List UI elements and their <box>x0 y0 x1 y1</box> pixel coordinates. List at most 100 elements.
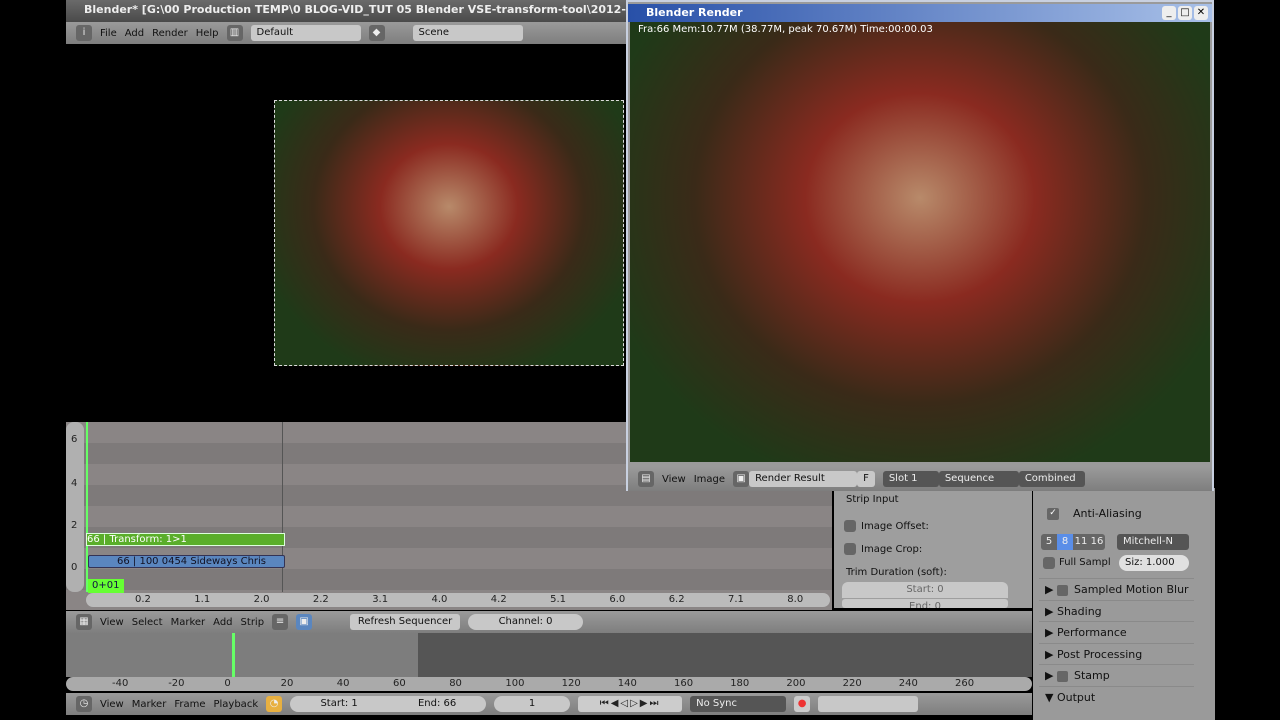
frame-tick: 240 <box>898 678 918 689</box>
frame-tick: 20 <box>280 678 294 689</box>
menu-view[interactable]: View <box>100 699 124 710</box>
time-tick: 8.0 <box>787 594 804 605</box>
aa-samples: 5 8 11 16 <box>1041 534 1105 550</box>
time-tick: 6.0 <box>609 594 626 605</box>
menu-marker[interactable]: Marker <box>171 617 206 628</box>
image-editor-header: ▤ View Image ▣ Render Result F Slot 1 Se… <box>628 467 1212 491</box>
menu-strip[interactable]: Strip <box>241 617 265 628</box>
preview-range-icon[interactable]: ◔ <box>266 696 283 712</box>
scene-icon[interactable]: ◆ <box>368 25 385 41</box>
editor-type-icon[interactable]: ▦ <box>76 614 92 630</box>
menu-image[interactable]: Image <box>694 474 725 485</box>
frame-tick: 180 <box>730 678 750 689</box>
full-sample-label: Full Sampl <box>1059 557 1111 568</box>
screen-layout-icon[interactable]: ▥ <box>226 25 243 41</box>
section-stamp[interactable]: ▶ Stamp <box>1039 664 1194 686</box>
filter-dropdown[interactable]: Mitchell-N <box>1117 534 1189 550</box>
time-tick: 6.2 <box>668 594 685 605</box>
transform-strip[interactable]: 66 | Transform: 1>1 <box>86 533 285 546</box>
section-performance[interactable]: ▶ Performance <box>1039 621 1194 643</box>
filter-size-field[interactable]: Siz: 1.000 <box>1119 555 1189 571</box>
info-editor-icon[interactable]: i <box>76 25 92 41</box>
menu-frame[interactable]: Frame <box>174 699 205 710</box>
current-frame-field[interactable]: 1 <box>494 696 571 712</box>
image-browse-icon[interactable]: ▣ <box>733 471 750 487</box>
timeline-playhead[interactable] <box>232 633 235 677</box>
time-tick: 4.0 <box>431 594 448 605</box>
menu-view[interactable]: View <box>100 617 124 628</box>
menu-render[interactable]: Render <box>152 28 188 39</box>
layer-dropdown[interactable]: Sequence <box>938 471 1019 487</box>
frame-indicator: 0+01 <box>88 579 124 593</box>
editor-type-icon[interactable]: ▤ <box>638 471 654 487</box>
channel-tick: 6 <box>71 434 78 445</box>
menu-playback[interactable]: Playback <box>213 699 258 710</box>
fake-user-button[interactable]: F <box>857 471 875 487</box>
refresh-sequencer-button[interactable]: Refresh Sequencer <box>350 614 461 630</box>
time-tick: 0.2 <box>135 594 151 605</box>
start-frame-field[interactable]: Start: 1 <box>290 696 389 712</box>
time-tick: 3.1 <box>372 594 389 605</box>
section-label: Output <box>1056 690 1096 704</box>
end-frame-field[interactable]: End: 66 <box>388 696 487 712</box>
scene-field[interactable]: Scene <box>412 25 523 41</box>
menu-help[interactable]: Help <box>196 28 219 39</box>
section-label: Sampled Motion Blur <box>1073 583 1189 596</box>
sample-16[interactable]: 16 <box>1089 534 1105 550</box>
channel-tick: 4 <box>71 478 78 489</box>
frame-range <box>66 633 418 677</box>
screen-layout-field[interactable]: Default <box>250 25 361 41</box>
anti-aliasing-header[interactable]: Anti-Aliasing <box>1073 507 1142 520</box>
menu-view[interactable]: View <box>662 474 686 485</box>
sequencer-header: ▦ View Select Marker Add Strip ≡ ▣ Refre… <box>66 611 1032 633</box>
render-result-image <box>630 22 1210 462</box>
movie-strip[interactable]: 66 | 100 0454 Sideways Chris <box>88 555 285 568</box>
info-header: i File Add Render Help ▥ Default ◆ Scene <box>66 22 626 44</box>
time-tick: 7.1 <box>728 594 744 605</box>
sample-11[interactable]: 11 <box>1073 534 1089 550</box>
channel-tick: 0 <box>71 562 78 573</box>
slot-dropdown[interactable]: Slot 1 <box>882 471 939 487</box>
minimize-icon[interactable]: _ <box>1162 6 1176 20</box>
trim-end-field[interactable]: End: 0 <box>842 599 1008 608</box>
channel-field[interactable]: Channel: 0 <box>468 614 584 630</box>
clock-icon[interactable]: ◷ <box>76 696 92 712</box>
frame-tick: -40 <box>112 678 129 689</box>
sync-dropdown[interactable]: No Sync <box>690 696 787 712</box>
close-icon[interactable]: ✕ <box>1194 6 1208 20</box>
timeline-ruler[interactable] <box>66 677 1032 691</box>
strip-input-header[interactable]: Strip Input <box>846 494 899 505</box>
render-window-title: Blender Render <box>628 4 1212 22</box>
window-title-text: Blender* [G:\00 Production TEMP\0 BLOG-V… <box>84 3 628 16</box>
menu-file[interactable]: File <box>100 28 117 39</box>
sample-8[interactable]: 8 <box>1057 534 1073 550</box>
image-offset-checkbox[interactable] <box>844 520 856 532</box>
section-shading[interactable]: ▶ Shading <box>1039 599 1194 622</box>
section-sampled-motion-blur[interactable]: ▶ Sampled Motion Blur <box>1039 578 1194 600</box>
frame-tick: -20 <box>168 678 185 689</box>
record-icon[interactable]: ● <box>794 696 811 712</box>
sample-5[interactable]: 5 <box>1041 534 1057 550</box>
menu-marker[interactable]: Marker <box>132 699 167 710</box>
view-type-icon[interactable]: ≡ <box>272 614 289 630</box>
menu-add[interactable]: Add <box>125 28 144 39</box>
pass-dropdown[interactable]: Combined <box>1018 471 1085 487</box>
menu-add[interactable]: Add <box>213 617 232 628</box>
menu-select[interactable]: Select <box>132 617 163 628</box>
keying-set-field[interactable] <box>818 696 919 712</box>
maximize-icon[interactable]: □ <box>1178 6 1192 20</box>
frame-tick: 140 <box>617 678 637 689</box>
trim-start-field[interactable]: Start: 0 <box>842 582 1008 598</box>
image-offset-label: Image Offset: <box>861 521 929 532</box>
full-sample-checkbox[interactable] <box>1043 557 1055 569</box>
section-output[interactable]: ▼ Output <box>1039 685 1194 708</box>
image-crop-checkbox[interactable] <box>844 543 856 555</box>
anti-aliasing-checkbox[interactable]: ✓ <box>1047 508 1059 520</box>
display-mode-icon[interactable]: ▣ <box>296 614 313 630</box>
render-stats: Fra:66 Mem:10.77M (38.77M, peak 70.67M) … <box>638 24 933 35</box>
image-name-field[interactable]: Render Result <box>749 471 858 487</box>
playback-controls[interactable]: ⏮◀◁▷▶⏭ <box>578 696 683 712</box>
window-controls: _ □ ✕ <box>1162 6 1208 20</box>
section-post-processing[interactable]: ▶ Post Processing <box>1039 642 1194 665</box>
main-window-title: Blender* [G:\00 Production TEMP\0 BLOG-V… <box>66 0 628 22</box>
